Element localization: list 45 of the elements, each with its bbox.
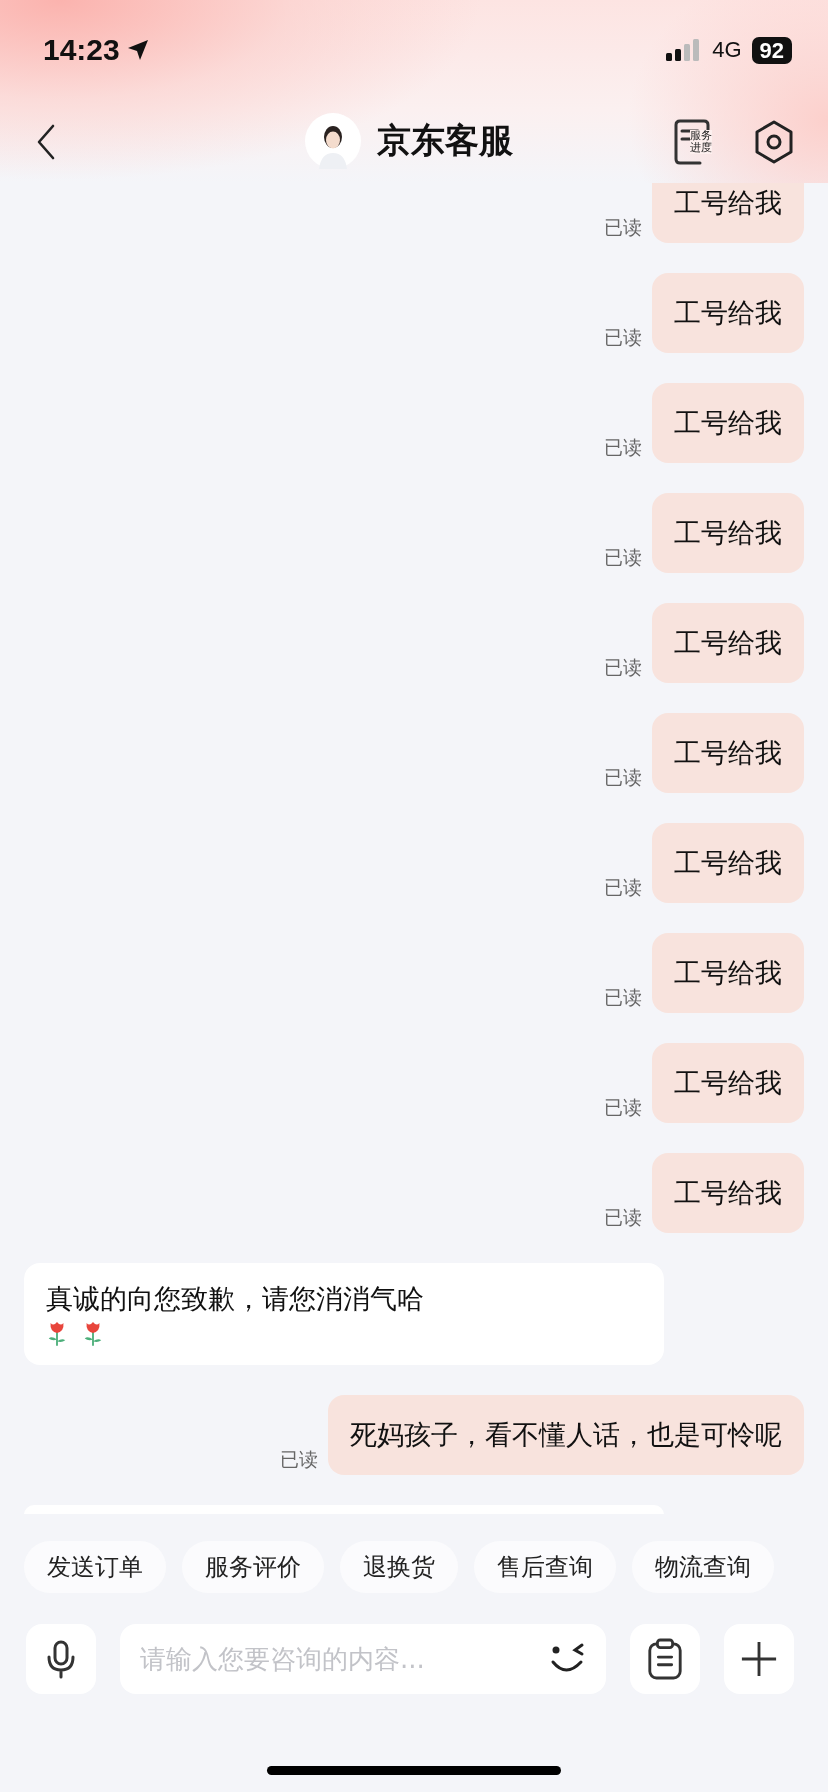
read-receipt: 已读 xyxy=(604,215,642,240)
message-bubble: 工号给我 xyxy=(652,1153,804,1233)
quick-reply-chip[interactable]: 发送订单 xyxy=(24,1541,166,1593)
read-receipt: 已读 xyxy=(604,1095,642,1120)
settings-icon[interactable] xyxy=(754,119,794,164)
read-receipt: 已读 xyxy=(604,875,642,900)
message-input-field[interactable]: 请输入您要咨询的内容... xyxy=(120,1624,606,1694)
message-bubble: 工号给我 xyxy=(652,383,804,463)
quick-reply-chip[interactable]: 退换货 xyxy=(340,1541,458,1593)
chat-title: 京东客服 xyxy=(377,119,513,162)
message-bubble: 工号给我 xyxy=(652,183,804,243)
message-bubble: 工号给我 xyxy=(652,493,804,573)
message-bubble: 死妈孩子，看不懂人话，也是可怜呢 xyxy=(328,1395,804,1475)
clipboard-button[interactable] xyxy=(630,1624,700,1694)
message-bubble: 工号给我 xyxy=(652,273,804,353)
read-receipt: 已读 xyxy=(604,655,642,680)
add-button[interactable] xyxy=(724,1624,794,1694)
microphone-icon xyxy=(46,1639,76,1679)
rose-icon xyxy=(82,1319,104,1347)
clipboard-icon xyxy=(646,1638,684,1680)
status-time: 14:23 xyxy=(43,33,120,67)
read-receipt: 已读 xyxy=(604,1205,642,1230)
message-bubble: 工号给我 xyxy=(652,603,804,683)
rose-icon xyxy=(46,1319,68,1347)
service-progress-button[interactable]: 服务 进度 xyxy=(672,118,714,165)
read-receipt: 已读 xyxy=(604,325,642,350)
read-receipt: 已读 xyxy=(604,545,642,570)
quick-reply-chip[interactable]: 服务评价 xyxy=(182,1541,324,1593)
network-label: 4G xyxy=(712,37,742,63)
read-receipt: 已读 xyxy=(604,435,642,460)
quick-reply-chip[interactable]: 售后查询 xyxy=(474,1541,616,1593)
back-icon[interactable] xyxy=(36,123,56,160)
message-bubble: 工号给我 xyxy=(652,713,804,793)
quick-reply-chip[interactable]: 物流查询 xyxy=(632,1541,774,1593)
read-receipt: 已读 xyxy=(280,1447,318,1472)
read-receipt: 已读 xyxy=(604,985,642,1010)
read-receipt: 已读 xyxy=(604,765,642,790)
battery-indicator: 92 xyxy=(751,36,792,64)
message-bubble: 工号给我 xyxy=(652,1043,804,1123)
message-bubble: 工号给我 xyxy=(652,823,804,903)
avatar xyxy=(305,113,361,169)
plus-icon xyxy=(740,1640,778,1678)
message-bubble: 工号给我 xyxy=(652,933,804,1013)
message-text: 真诚的向您致歉，请您消消气哈 xyxy=(46,1283,424,1314)
voice-button[interactable] xyxy=(26,1624,96,1694)
